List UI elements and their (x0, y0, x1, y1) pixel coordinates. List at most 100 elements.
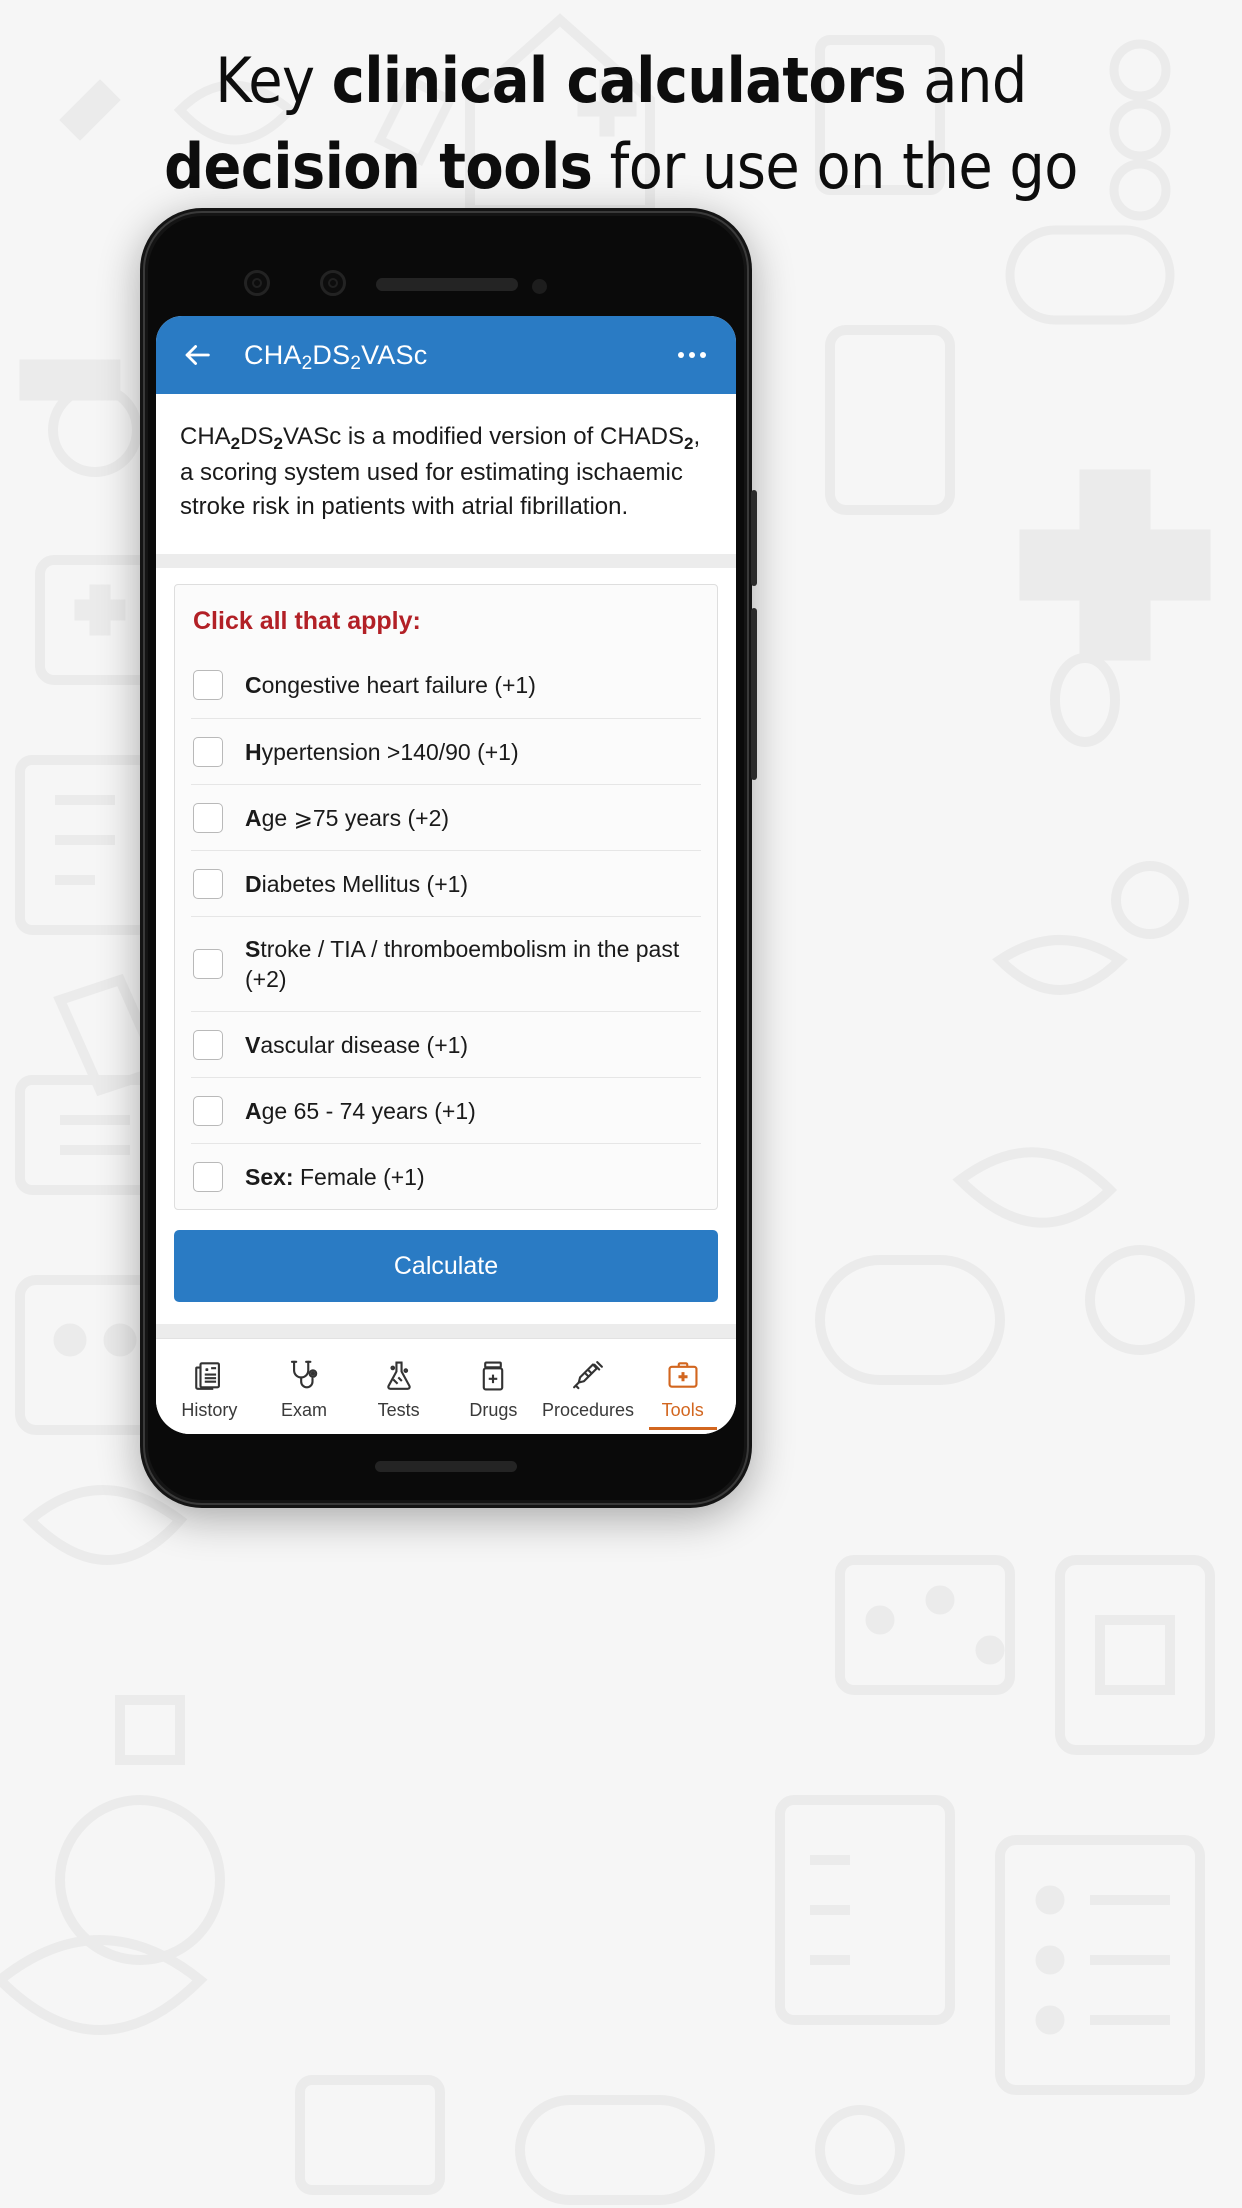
nav-tab-label: Tools (661, 1399, 704, 1420)
criteria-row[interactable]: Age 65 - 74 years (+1) (191, 1077, 701, 1143)
headline-text-plain-c: for use on the go (592, 130, 1079, 203)
criteria-text: ypertension >140/90 (+1) (261, 738, 519, 765)
headline-line-2: decision tools for use on the go (0, 124, 1242, 210)
criteria-row[interactable]: Age ⩾75 years (+2) (191, 784, 701, 850)
volume-button[interactable] (751, 608, 757, 780)
description-card: CHA2DS2VASc is a modified version of CHA… (156, 394, 736, 554)
criteria-checkbox[interactable] (193, 1161, 223, 1192)
criteria-mnemonic: H (245, 738, 262, 765)
medical-kit-icon (666, 1358, 700, 1394)
overflow-menu-icon[interactable] (674, 342, 710, 368)
criteria-row[interactable]: Vascular disease (+1) (191, 1011, 701, 1077)
criteria-checkbox[interactable] (193, 868, 223, 899)
nav-tab-label: Drugs (469, 1399, 518, 1420)
criteria-row[interactable]: Hypertension >140/90 (+1) (191, 718, 701, 784)
empty-results-area (156, 1324, 736, 1338)
criteria-checkbox[interactable] (193, 1029, 223, 1060)
criteria-label: Age 65 - 74 years (+1) (245, 1096, 476, 1126)
calculate-button[interactable]: Calculate (174, 1230, 718, 1302)
power-button[interactable] (751, 490, 757, 586)
phone-screen: CHA2DS2VASc CHA2DS2VASc is a modified ve… (156, 316, 736, 1434)
description-sub-1: 2 (230, 434, 241, 453)
page-title: CHA2DS2VASc (244, 339, 674, 374)
secondary-camera-icon (320, 270, 346, 296)
nav-tab-tools[interactable]: Tools (635, 1339, 730, 1434)
criteria-row[interactable]: Sex: Female (+1) (191, 1143, 701, 1209)
criteria-mnemonic: C (245, 672, 262, 698)
overflow-dot-3 (700, 352, 706, 358)
phone-body: CHA2DS2VASc CHA2DS2VASc is a modified ve… (148, 216, 744, 1500)
description-sub-3: 2 (684, 434, 694, 453)
criteria-text: ascular disease (+1) (260, 1031, 469, 1058)
criteria-label: Stroke / TIA / thromboembolism in the pa… (245, 934, 699, 994)
nav-tab-procedures[interactable]: Procedures (541, 1339, 636, 1434)
nav-tab-label: History (181, 1399, 238, 1420)
criteria-checkbox[interactable] (193, 949, 223, 979)
criteria-text: ongestive heart failure (+1) (261, 672, 536, 698)
front-camera-icon (244, 270, 270, 296)
nav-tab-exam[interactable]: Exam (257, 1339, 352, 1434)
headline-text-bold-a: clinical calculators (331, 44, 907, 117)
criteria-mnemonic: A (245, 804, 262, 831)
criteria-text: ge ⩾75 years (+2) (261, 804, 450, 831)
criteria-text: iabetes Mellitus (+1) (261, 870, 469, 897)
nav-tab-drugs[interactable]: Drugs (446, 1339, 541, 1434)
criteria-list: Congestive heart failure (+1) Hypertensio… (191, 652, 701, 1209)
arrow-left-icon[interactable] (178, 336, 216, 374)
criteria-label: Congestive heart failure (+1) (245, 670, 536, 700)
criteria-row[interactable]: Stroke / TIA / thromboembolism in the pa… (191, 916, 701, 1011)
criteria-text: ge 65 - 74 years (+1) (261, 1097, 476, 1124)
app-bar: CHA2DS2VASc (156, 316, 736, 394)
criteria-checkbox[interactable] (193, 736, 223, 767)
criteria-mnemonic: S (245, 936, 261, 962)
criteria-label: Sex: Female (+1) (245, 1162, 425, 1192)
description-part-3: VASc is a modified version of CHADS (282, 423, 684, 450)
criteria-checkbox[interactable] (193, 670, 223, 700)
criteria-label: Hypertension >140/90 (+1) (245, 737, 519, 767)
title-part-3: VASc (361, 339, 428, 370)
proximity-sensor-icon (532, 279, 547, 294)
criteria-label: Diabetes Mellitus (+1) (245, 869, 468, 899)
scroll-content[interactable]: CHA2DS2VASc is a modified version of CHA… (156, 394, 736, 1338)
title-part-1: CHA (244, 339, 302, 370)
description-sub-2: 2 (273, 434, 283, 453)
criteria-row[interactable]: Diabetes Mellitus (+1) (191, 850, 701, 916)
stethoscope-icon (287, 1358, 321, 1394)
nav-tab-tests[interactable]: Tests (351, 1339, 446, 1434)
earpiece-speaker (376, 278, 518, 291)
criteria-checkbox[interactable] (193, 802, 223, 833)
bottom-navigation: History Exam Tests Drugs Procedures Tools (156, 1338, 736, 1434)
criteria-row[interactable]: Congestive heart failure (+1) (191, 652, 701, 718)
description-part-1: CHA (180, 423, 231, 450)
form-area: Click all that apply: Congestive heart f… (156, 568, 736, 1324)
criteria-label: Age ⩾75 years (+2) (245, 803, 449, 833)
overflow-dot-1 (678, 352, 684, 358)
overflow-dot-2 (689, 352, 695, 358)
headline-text-plain-a: Key (215, 44, 332, 117)
criteria-text: Female (+1) (293, 1163, 425, 1190)
title-subscript-1: 2 (301, 352, 313, 374)
phone-mockup: CHA2DS2VASc CHA2DS2VASc is a modified ve… (140, 208, 757, 1508)
content-divider (156, 554, 736, 568)
phone-bottom-speaker (375, 1461, 517, 1472)
pill-bottle-icon (476, 1358, 510, 1394)
description-part-2: DS (240, 423, 274, 450)
headline-line-1: Key clinical calculators and (0, 38, 1242, 124)
title-subscript-2: 2 (350, 352, 362, 374)
criteria-checkbox[interactable] (193, 1095, 223, 1126)
criteria-mnemonic: Sex: (245, 1163, 294, 1190)
criteria-text: troke / TIA / thromboembolism in the pas… (245, 936, 680, 992)
syringe-icon (571, 1358, 605, 1394)
promo-headline: Key clinical calculators and decision to… (0, 38, 1242, 210)
title-part-2: DS (312, 339, 351, 370)
nav-tab-label: Procedures (541, 1399, 635, 1420)
nav-tab-label: Tests (377, 1399, 420, 1420)
headline-text-plain-b: and (906, 44, 1027, 117)
document-list-icon (192, 1358, 226, 1394)
nav-tab-label: Exam (281, 1399, 328, 1420)
headline-text-bold-b: decision tools (164, 130, 593, 203)
criteria-mnemonic: A (245, 1097, 262, 1124)
criteria-label: Vascular disease (+1) (245, 1030, 468, 1060)
nav-tab-history[interactable]: History (162, 1339, 257, 1434)
panel-title: Click all that apply: (193, 607, 421, 635)
